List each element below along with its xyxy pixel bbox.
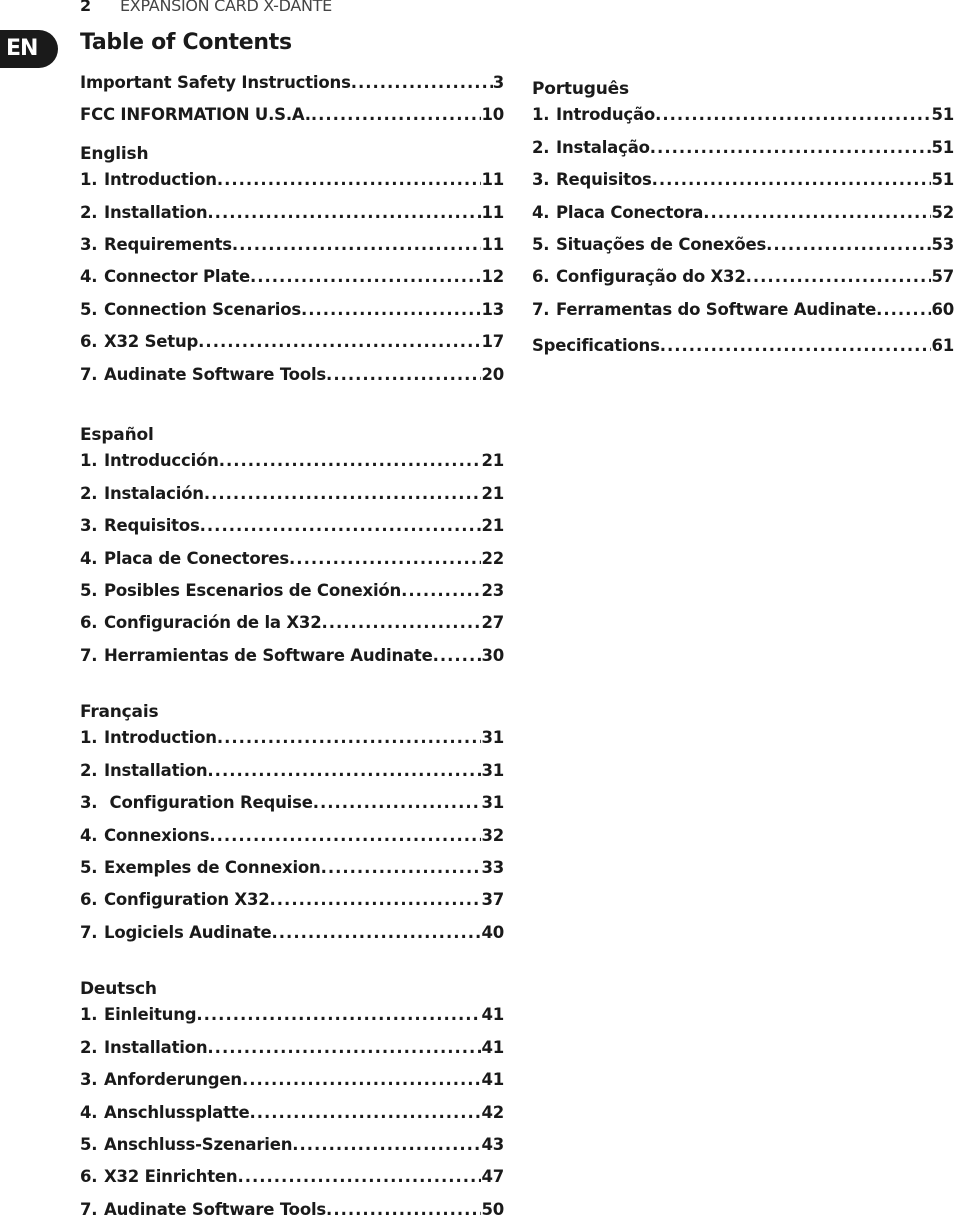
leader-dots xyxy=(433,646,482,665)
leader-dots xyxy=(204,484,482,503)
language-badge: EN xyxy=(0,30,58,68)
leader-dots xyxy=(326,365,481,384)
leader-dots xyxy=(219,451,482,470)
leader-dots xyxy=(217,728,482,747)
toc-entry[interactable]: 5.Anschluss-Szenarien43 xyxy=(80,1135,504,1167)
toc-entry[interactable]: 4.Connexions 32 xyxy=(80,826,504,858)
section-heading: Español xyxy=(80,425,154,445)
toc-entry-fcc[interactable]: FCC INFORMATION U.S.A. 10 xyxy=(80,105,504,137)
toc-entry[interactable]: 1.Introduction31 xyxy=(80,728,504,760)
leader-dots xyxy=(242,1070,481,1089)
toc-entry[interactable]: 1.Introduction11 xyxy=(80,170,504,202)
toc-entry[interactable]: 4.Connector Plate12 xyxy=(80,267,504,299)
section-english: English 1.Introduction11 2.Installation1… xyxy=(80,138,504,397)
toc-entry[interactable]: 5.Posibles Escenarios de Conexión 23 xyxy=(80,581,504,613)
leader-dots xyxy=(766,235,931,254)
section-heading: Deutsch xyxy=(80,979,157,999)
leader-dots xyxy=(207,761,481,780)
toc-entry-specifications[interactable]: Specifications 61 xyxy=(532,336,954,368)
toc-entry[interactable]: 2.Installation31 xyxy=(80,761,504,793)
leader-dots xyxy=(217,170,482,189)
leader-dots xyxy=(311,105,482,124)
leader-dots xyxy=(250,267,481,286)
leader-dots xyxy=(249,1103,481,1122)
toc-entry[interactable]: 2.Instalación 21 xyxy=(80,484,504,516)
toc-entry[interactable]: 4.Placa de Conectores22 xyxy=(80,549,504,581)
toc-entry[interactable]: 6.Configuration X3237 xyxy=(80,890,504,922)
leader-dots xyxy=(703,203,931,222)
toc-entry[interactable]: 6.X32 Setup 17 xyxy=(80,332,504,364)
toc-left-column: Important Safety Instructions3 FCC INFOR… xyxy=(80,73,504,397)
leader-dots xyxy=(321,858,482,877)
section-espanol: Español 1.Introducción 21 2.Instalación … xyxy=(80,419,504,678)
leader-dots xyxy=(660,336,932,355)
leader-dots xyxy=(655,105,931,124)
toc-entry[interactable]: 3.Requisitos 21 xyxy=(80,516,504,548)
leader-dots xyxy=(289,549,481,568)
leader-dots xyxy=(326,1200,481,1219)
section-heading: Français xyxy=(80,702,159,722)
toc-entry[interactable]: 7.Audinate Software Tools 50 xyxy=(80,1200,504,1232)
toc-entry[interactable]: 4.Placa Conectora52 xyxy=(532,203,954,235)
leader-dots xyxy=(401,581,481,600)
leader-dots xyxy=(301,300,481,319)
toc-entry[interactable]: 3.Requisitos 51 xyxy=(532,170,954,202)
leader-dots xyxy=(321,613,481,632)
toc-entry[interactable]: 1.Introducción 21 xyxy=(80,451,504,483)
toc-entry[interactable]: 3. Configuration Requise 31 xyxy=(80,793,504,825)
leader-dots xyxy=(207,1038,481,1057)
toc-entry[interactable]: 1.Introdução51 xyxy=(532,105,954,137)
leader-dots xyxy=(652,170,932,189)
toc-entry[interactable]: 6.Configuración de la X32 27 xyxy=(80,613,504,645)
leader-dots xyxy=(270,890,482,909)
toc-entry[interactable]: 2.Instalação51 xyxy=(532,138,954,170)
page-header: 2 EXPANSION CARD X-DANTE xyxy=(80,0,332,15)
page-number: 2 xyxy=(80,0,92,15)
leader-dots xyxy=(272,923,482,942)
toc-entry[interactable]: 1.Einleitung 41 xyxy=(80,1005,504,1037)
toc-entry-safety[interactable]: Important Safety Instructions3 xyxy=(80,73,504,105)
leader-dots xyxy=(876,300,931,319)
leader-dots xyxy=(237,1167,481,1186)
toc-entry[interactable]: 2.Installation41 xyxy=(80,1038,504,1070)
leader-dots xyxy=(198,332,481,351)
section-francais: Français 1.Introduction31 2.Installation… xyxy=(80,696,504,955)
toc-entry[interactable]: 3.Anforderungen 41 xyxy=(80,1070,504,1102)
leader-dots xyxy=(351,73,493,92)
toc-entry[interactable]: 5.Exemples de Connexion 33 xyxy=(80,858,504,890)
toc-entry[interactable]: 3.Requirements 11 xyxy=(80,235,504,267)
leader-dots xyxy=(746,267,932,286)
leader-dots xyxy=(232,235,482,254)
leader-dots xyxy=(292,1135,481,1154)
toc-entry[interactable]: 7.Logiciels Audinate 40 xyxy=(80,923,504,955)
section-heading: Português xyxy=(532,79,629,99)
toc-entry[interactable]: 7.Ferramentas do Software Audinate 60 xyxy=(532,300,954,332)
leader-dots xyxy=(207,203,481,222)
toc-entry[interactable]: 4.Anschlussplatte42 xyxy=(80,1103,504,1135)
leader-dots xyxy=(650,138,932,157)
leader-dots xyxy=(200,516,482,535)
toc-entry[interactable]: 5.Situações de Conexões53 xyxy=(532,235,954,267)
leader-dots xyxy=(313,793,482,812)
page-title: Table of Contents xyxy=(80,30,292,55)
toc-entry[interactable]: 7.Herramientas de Software Audinate 30 xyxy=(80,646,504,678)
leader-dots xyxy=(196,1005,481,1024)
toc-entry[interactable]: 5.Connection Scenarios13 xyxy=(80,300,504,332)
document-title: EXPANSION CARD X-DANTE xyxy=(120,0,332,15)
section-deutsch: Deutsch 1.Einleitung 41 2.Installation41… xyxy=(80,973,504,1232)
section-portugues: Português 1.Introdução51 2.Instalação51 … xyxy=(532,73,954,369)
toc-entry[interactable]: 2.Installation11 xyxy=(80,203,504,235)
leader-dots xyxy=(209,826,481,845)
toc-entry[interactable]: 7.Audinate Software Tools 20 xyxy=(80,365,504,397)
section-heading: English xyxy=(80,143,149,164)
toc-entry[interactable]: 6.Configuração do X32 57 xyxy=(532,267,954,299)
toc-entry[interactable]: 6.X32 Einrichten 47 xyxy=(80,1167,504,1199)
